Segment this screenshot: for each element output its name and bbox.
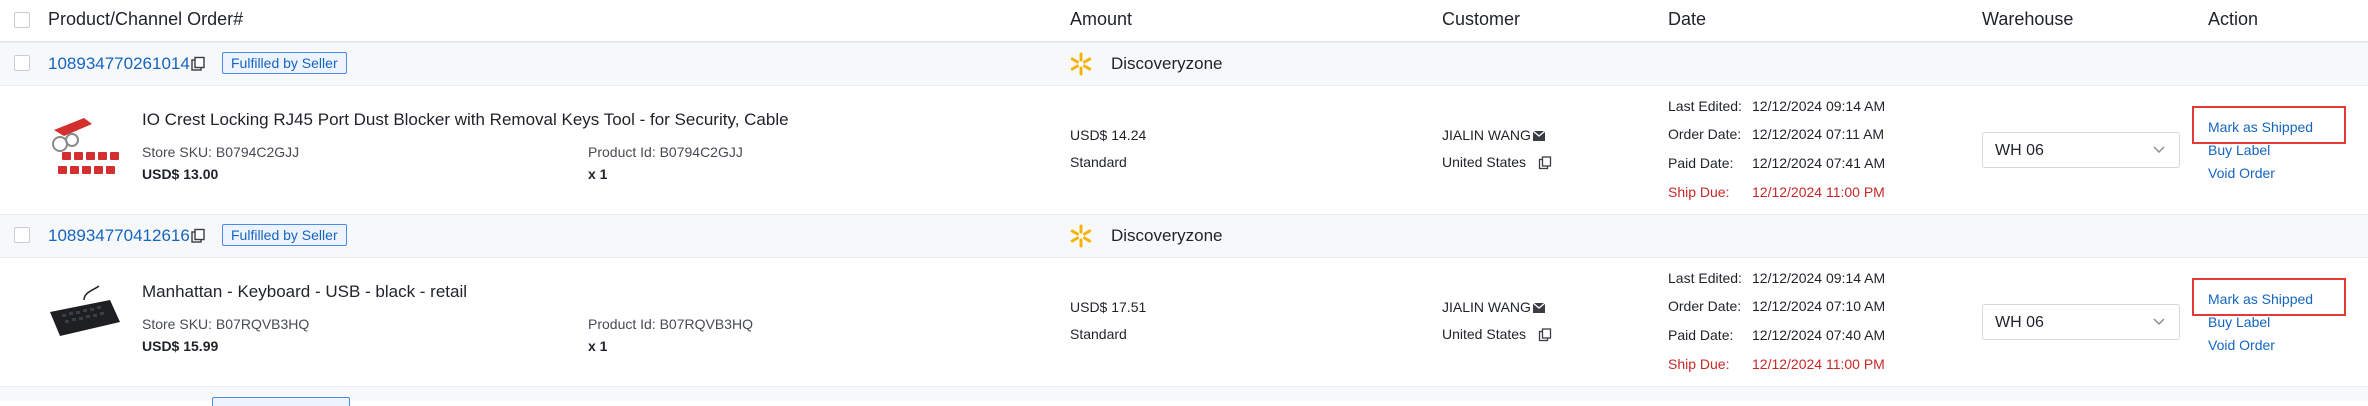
product-title[interactable]: Manhattan - Keyboard - USB - black - ret… — [142, 282, 467, 302]
order-checkbox[interactable] — [14, 55, 30, 71]
warehouse-select[interactable]: WH 06 — [1982, 304, 2180, 340]
ship-due-value: 12/12/2024 11:00 PM — [1752, 356, 1885, 372]
customer-country: United States — [1442, 154, 1527, 170]
fulfillment-tag: Fulfilled by Seller — [222, 224, 347, 246]
keyboard-image — [44, 282, 124, 360]
mail-icon[interactable] — [1532, 302, 1546, 314]
chevron-down-icon — [2153, 318, 2165, 326]
paid-date-label: Paid Date: — [1668, 155, 1734, 171]
product-price: USD$ 13.00 — [142, 166, 219, 182]
warehouse-value: WH 06 — [1995, 314, 2044, 331]
header-action: Action — [2208, 9, 2259, 29]
customer-name: JIALIN WANG — [1442, 127, 1531, 143]
warehouse-select[interactable]: WH 06 — [1982, 132, 2180, 168]
mail-icon[interactable] — [1532, 130, 1546, 142]
order-number-link[interactable]: 108934770261014 — [48, 54, 190, 74]
warehouse-value: WH 06 — [1995, 142, 2044, 159]
mark-as-shipped-link[interactable]: Mark as Shipped — [2208, 119, 2313, 135]
last-edited-value: 12/12/2024 09:14 AM — [1752, 98, 1886, 114]
header-warehouse: Warehouse — [1982, 9, 2074, 29]
product-quantity: x 1 — [588, 166, 608, 182]
shipping-method: Standard — [1070, 154, 1127, 170]
ship-due-label: Ship Due: — [1668, 356, 1730, 372]
last-edited-label: Last Edited: — [1668, 270, 1742, 286]
customer-country: United States — [1442, 326, 1527, 342]
customer-name: JIALIN WANG — [1442, 299, 1531, 315]
shipping-method: Standard — [1070, 326, 1127, 342]
paid-date-value: 12/12/2024 07:40 AM — [1752, 327, 1886, 343]
rj45-dust-blocker-image — [44, 110, 124, 188]
product-title[interactable]: IO Crest Locking RJ45 Port Dust Blocker … — [142, 110, 789, 130]
header-customer: Customer — [1442, 9, 1521, 29]
order-date-value: 12/12/2024 07:10 AM — [1752, 298, 1886, 314]
order-date-value: 12/12/2024 07:11 AM — [1752, 126, 1885, 142]
copy-icon[interactable] — [1538, 328, 1552, 342]
fulfillment-tag: Fulfilled by Seller — [222, 52, 347, 74]
paid-date-value: 12/12/2024 07:41 AM — [1752, 155, 1886, 171]
walmart-spark-icon — [1070, 52, 1092, 76]
paid-date-label: Paid Date: — [1668, 327, 1734, 343]
copy-icon[interactable] — [1538, 156, 1552, 170]
walmart-spark-icon — [1070, 224, 1092, 248]
order-header-row: 108934770412616 Fulfilled by Seller Disc… — [0, 214, 2368, 258]
order-header-row: 108934770261014 Fulfilled by Seller Disc… — [0, 42, 2368, 86]
ship-due-label: Ship Due: — [1668, 184, 1730, 200]
order-date-label: Order Date: — [1668, 126, 1742, 142]
product-quantity: x 1 — [588, 338, 608, 354]
mark-as-shipped-link[interactable]: Mark as Shipped — [2208, 291, 2313, 307]
store-name: Discoveryzone — [1111, 226, 1223, 245]
header-date: Date — [1668, 9, 1707, 29]
order-header-row — [0, 386, 2368, 406]
store-sku: Store SKU: B07RQVB3HQ — [142, 316, 310, 332]
chevron-down-icon — [2153, 146, 2165, 154]
fulfillment-tag — [212, 397, 350, 406]
order-total: USD$ 14.24 — [1070, 127, 1147, 143]
product-id: Product Id: B07RQVB3HQ — [588, 316, 753, 332]
void-order-link[interactable]: Void Order — [2208, 165, 2275, 181]
buy-label-link[interactable]: Buy Label — [2208, 314, 2270, 330]
last-edited-value: 12/12/2024 09:14 AM — [1752, 270, 1886, 286]
order-total: USD$ 17.51 — [1070, 299, 1147, 315]
select-all-checkbox[interactable] — [14, 12, 30, 28]
copy-icon[interactable] — [190, 228, 206, 244]
copy-icon[interactable] — [190, 56, 206, 72]
order-number-link[interactable]: 108934770412616 — [48, 226, 190, 246]
header-product: Product/Channel Order# — [48, 9, 244, 29]
order-checkbox[interactable] — [14, 227, 30, 243]
table-header: Product/Channel Order# Amount Customer D… — [0, 0, 2368, 42]
store-sku: Store SKU: B0794C2GJJ — [142, 144, 300, 160]
product-id: Product Id: B0794C2GJJ — [588, 144, 743, 160]
order-date-label: Order Date: — [1668, 298, 1742, 314]
last-edited-label: Last Edited: — [1668, 98, 1742, 114]
buy-label-link[interactable]: Buy Label — [2208, 142, 2270, 158]
product-price: USD$ 15.99 — [142, 338, 219, 354]
store-name: Discoveryzone — [1111, 54, 1223, 73]
header-amount: Amount — [1070, 9, 1133, 29]
void-order-link[interactable]: Void Order — [2208, 337, 2275, 353]
ship-due-value: 12/12/2024 11:00 PM — [1752, 184, 1885, 200]
